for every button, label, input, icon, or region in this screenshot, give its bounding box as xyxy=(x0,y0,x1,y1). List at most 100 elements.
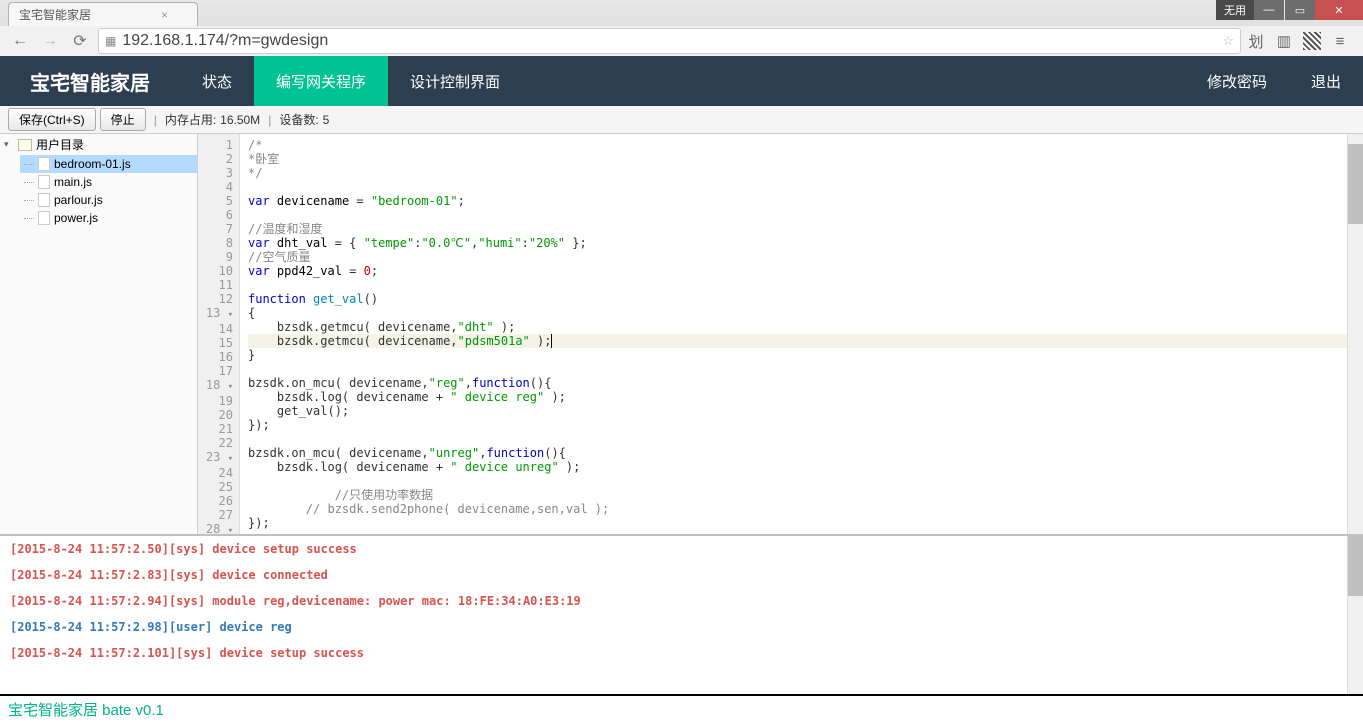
code-area[interactable]: /**卧室*/ var devicename = "bedroom-01"; /… xyxy=(240,134,1363,534)
code-line[interactable]: */ xyxy=(248,166,1355,180)
code-line[interactable] xyxy=(248,180,1355,194)
code-line[interactable]: bzsdk.getmcu( devicename,"pdsm501a" ); xyxy=(248,334,1355,348)
code-editor[interactable]: 12345678910111213 ▾1415161718 ▾192021222… xyxy=(198,134,1363,534)
code-line[interactable] xyxy=(248,208,1355,222)
console-line: [2015-8-24 11:57:2.94][sys] module reg,d… xyxy=(10,594,1353,608)
main-area: ▾ 用户目录 bedroom-01.js main.js parlour.js pow… xyxy=(0,134,1363,534)
forward-icon[interactable]: → xyxy=(38,29,62,53)
nav-right-item-1[interactable]: 退出 xyxy=(1289,56,1363,106)
code-line[interactable]: //空气质量 xyxy=(248,250,1355,264)
code-line[interactable]: }); xyxy=(248,418,1355,432)
nav-item-0[interactable]: 状态 xyxy=(180,56,254,106)
collapse-icon[interactable]: ▾ xyxy=(4,139,14,150)
console-line: [2015-8-24 11:57:2.101][sys] device setu… xyxy=(10,646,1353,660)
file-name: bedroom-01.js xyxy=(54,157,131,171)
code-line[interactable] xyxy=(248,362,1355,376)
code-line[interactable]: function get_val() xyxy=(248,292,1355,306)
code-line[interactable]: //温度和湿度 xyxy=(248,222,1355,236)
stop-button[interactable]: 停止 xyxy=(100,108,146,131)
code-line[interactable]: get_val(); xyxy=(248,404,1355,418)
file-icon xyxy=(38,193,50,207)
console-line: [2015-8-24 11:57:2.98][user] device reg xyxy=(10,620,1353,634)
separator: | xyxy=(268,113,271,127)
file-name: parlour.js xyxy=(54,193,103,207)
file-name: power.js xyxy=(54,211,98,225)
scrollbar-thumb[interactable] xyxy=(1348,144,1363,224)
console-line: [2015-8-24 11:57:2.83][sys] device conne… xyxy=(10,568,1353,582)
window-maximize-button[interactable]: ▭ xyxy=(1285,0,1315,20)
app-nav: 宝宅智能家居 状态编写网关程序设计控制界面 修改密码退出 xyxy=(0,56,1363,106)
code-line[interactable] xyxy=(248,278,1355,292)
code-line[interactable]: { xyxy=(248,306,1355,320)
code-line[interactable]: } xyxy=(248,348,1355,362)
star-icon[interactable]: ☆ xyxy=(1222,33,1234,49)
tree-file[interactable]: power.js xyxy=(20,209,197,227)
code-line[interactable] xyxy=(248,432,1355,446)
menu-icon[interactable]: ≡ xyxy=(1331,32,1349,50)
file-icon xyxy=(38,157,50,171)
code-line[interactable]: //只使用功率数据 xyxy=(248,488,1355,502)
address-row: ← → ⟳ ▦ ☆ 划 ▥ ≡ xyxy=(0,26,1363,56)
scrollbar-thumb[interactable] xyxy=(1348,536,1363,596)
nav-right-item-0[interactable]: 修改密码 xyxy=(1185,56,1289,106)
tree-file[interactable]: bedroom-01.js xyxy=(20,155,197,173)
reload-icon[interactable]: ⟳ xyxy=(68,29,92,53)
globe-icon: ▦ xyxy=(105,34,116,48)
console-scrollbar[interactable] xyxy=(1347,536,1363,694)
panel-icon[interactable]: ▥ xyxy=(1275,32,1293,50)
code-line[interactable]: // bzsdk.send2phone( devicename,sen,val … xyxy=(248,502,1355,516)
tree-file[interactable]: parlour.js xyxy=(20,191,197,209)
code-line[interactable]: /* xyxy=(248,138,1355,152)
code-line[interactable]: bzsdk.log( devicename + " device reg" ); xyxy=(248,390,1355,404)
tab-row: 宝宅智能家居 × 无用 — ▭ ✕ xyxy=(0,0,1363,26)
tab-title: 宝宅智能家居 xyxy=(19,6,91,23)
code-line[interactable]: bzsdk.log( devicename + " device unreg" … xyxy=(248,460,1355,474)
memory-value: 16.50M xyxy=(220,113,260,127)
file-name: main.js xyxy=(54,175,92,189)
separator: | xyxy=(154,113,157,127)
url-bar[interactable]: ▦ ☆ xyxy=(98,28,1241,54)
code-line[interactable]: *卧室 xyxy=(248,152,1355,166)
nav-item-1[interactable]: 编写网关程序 xyxy=(254,56,388,106)
editor-scrollbar[interactable] xyxy=(1347,134,1363,534)
code-line[interactable]: var dht_val = { "tempe":"0.0℃","humi":"2… xyxy=(248,236,1355,250)
code-line[interactable]: bzsdk.getmcu( devicename,"dht" ); xyxy=(248,320,1355,334)
code-line[interactable] xyxy=(248,474,1355,488)
brand: 宝宅智能家居 xyxy=(0,67,180,96)
code-line[interactable]: bzsdk.on_mcu( devicename,"reg",function(… xyxy=(248,376,1355,390)
back-icon[interactable]: ← xyxy=(8,29,32,53)
window-close-button[interactable]: ✕ xyxy=(1315,0,1363,20)
browser-tab[interactable]: 宝宅智能家居 × xyxy=(8,2,198,26)
footer-text: 宝宅智能家居 bate v0.1 xyxy=(8,699,164,720)
footer: 宝宅智能家居 bate v0.1 xyxy=(0,694,1363,722)
scissor-icon[interactable]: 划 xyxy=(1247,32,1265,50)
code-line[interactable]: }); xyxy=(248,516,1355,530)
tree-file[interactable]: main.js xyxy=(20,173,197,191)
file-icon xyxy=(38,211,50,225)
nav-item-2[interactable]: 设计控制界面 xyxy=(388,56,522,106)
console-panel[interactable]: [2015-8-24 11:57:2.50][sys] device setup… xyxy=(0,534,1363,694)
qr-icon[interactable] xyxy=(1303,32,1321,50)
file-icon xyxy=(38,175,50,189)
code-line[interactable]: var devicename = "bedroom-01"; xyxy=(248,194,1355,208)
window-minimize-button[interactable]: — xyxy=(1254,0,1284,20)
window-controls: 无用 — ▭ ✕ xyxy=(1216,0,1363,20)
browser-right-icons: 划 ▥ ≡ xyxy=(1247,32,1355,50)
file-tree[interactable]: ▾ 用户目录 bedroom-01.js main.js parlour.js pow… xyxy=(0,134,198,534)
close-icon[interactable]: × xyxy=(161,8,168,22)
console-line: [2015-8-24 11:57:2.50][sys] device setup… xyxy=(10,542,1353,556)
devices-label: 设备数: xyxy=(279,111,318,128)
window-wy-button[interactable]: 无用 xyxy=(1216,0,1254,20)
save-button[interactable]: 保存(Ctrl+S) xyxy=(8,108,96,131)
toolbar: 保存(Ctrl+S) 停止 | 内存占用: 16.50M | 设备数: 5 xyxy=(0,106,1363,134)
tree-root-label: 用户目录 xyxy=(36,136,84,153)
code-line[interactable]: bzsdk.on_mcu( devicename,"unreg",functio… xyxy=(248,446,1355,460)
tree-root[interactable]: ▾ 用户目录 xyxy=(0,134,197,155)
line-gutter[interactable]: 12345678910111213 ▾1415161718 ▾192021222… xyxy=(198,134,240,534)
browser-chrome: 宝宅智能家居 × 无用 — ▭ ✕ ← → ⟳ ▦ ☆ 划 ▥ ≡ xyxy=(0,0,1363,56)
devices-value: 5 xyxy=(323,113,330,127)
code-line[interactable]: var ppd42_val = 0; xyxy=(248,264,1355,278)
memory-label: 内存占用: xyxy=(165,111,216,128)
folder-icon xyxy=(18,139,32,151)
url-input[interactable] xyxy=(122,32,1216,50)
